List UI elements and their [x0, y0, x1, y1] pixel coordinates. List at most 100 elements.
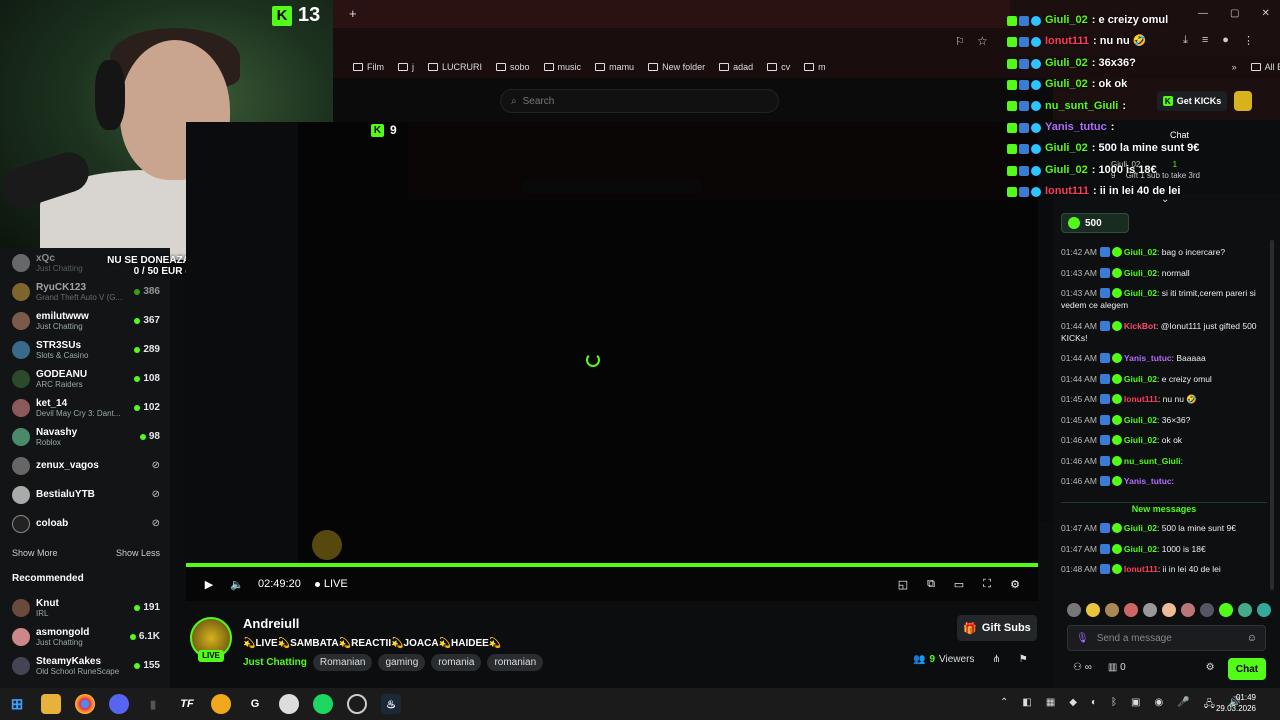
sidebar-channel-offline[interactable]: BestialuYTB ⊘: [0, 480, 170, 509]
bookmark-folder[interactable]: LUCRURI: [428, 62, 482, 72]
app-icon[interactable]: ▮: [143, 694, 163, 714]
microphone-icon[interactable]: 🎙: [1076, 633, 1089, 644]
sidebar-channel-offline[interactable]: zenux_vagos ⊘: [0, 451, 170, 480]
obs-icon[interactable]: [347, 694, 367, 714]
discord-icon[interactable]: [109, 694, 129, 714]
chat-scrollbar[interactable]: [1270, 240, 1274, 590]
chat-username[interactable]: Giuli_02: [1124, 415, 1157, 425]
chat-username[interactable]: Giuli_02: [1124, 435, 1157, 445]
file-explorer-icon[interactable]: [41, 694, 61, 714]
show-less-link[interactable]: Show Less: [116, 548, 160, 558]
g-app-icon[interactable]: G: [245, 694, 265, 714]
emote-icon[interactable]: [1162, 603, 1176, 617]
bookmark-folder[interactable]: cv: [767, 62, 790, 72]
bookmark-folder[interactable]: New folder: [648, 62, 705, 72]
sidebar-channel[interactable]: Navashy Roblox 98: [0, 422, 170, 451]
app-icon[interactable]: [279, 694, 299, 714]
tag-pill[interactable]: Romanian: [312, 654, 373, 671]
share-icon[interactable]: ⋔: [992, 654, 1000, 665]
emote-icon[interactable]: [1181, 603, 1195, 617]
bookmark-folder[interactable]: music: [543, 62, 581, 72]
miniplayer-icon[interactable]: ◱: [896, 577, 910, 591]
new-tab-button[interactable]: +: [349, 6, 357, 21]
play-button[interactable]: ▶: [202, 577, 216, 591]
bookmark-folder[interactable]: j: [398, 62, 414, 72]
chrome-icon[interactable]: [75, 694, 95, 714]
emote-icon[interactable]: [1067, 603, 1081, 617]
windows-start-icon[interactable]: ⊞: [7, 694, 27, 714]
tray-app-icon[interactable]: ◐: [1091, 697, 1097, 714]
chat-username[interactable]: Giuli_02: [1124, 268, 1157, 278]
send-chat-button[interactable]: Chat: [1228, 658, 1266, 680]
system-clock[interactable]: 01:49 29.03.2026: [1216, 692, 1256, 714]
sidebar-channel[interactable]: GODEANU ARC Raiders 108: [0, 364, 170, 393]
emote-icon[interactable]: [1143, 603, 1157, 617]
points-icon[interactable]: ⚇ ∞: [1073, 662, 1092, 673]
sidebar-channel[interactable]: STR3SUs Slots & Casino 289: [0, 335, 170, 364]
bookmark-folder[interactable]: m: [804, 62, 826, 72]
report-icon[interactable]: ⚑: [1019, 654, 1028, 665]
tray-app-icon[interactable]: ◉: [1155, 697, 1164, 714]
chat-username[interactable]: Giuli_02: [1124, 544, 1157, 554]
steam-icon[interactable]: ♨: [381, 694, 401, 714]
sidebar-channel[interactable]: ket_14 Devil May Cry 3: Dant... 102: [0, 393, 170, 422]
chat-username[interactable]: Yanis_tutuc: [1124, 353, 1172, 363]
search-input[interactable]: ⌕ Search: [500, 89, 779, 113]
translate-icon[interactable]: ⚐: [955, 35, 965, 48]
bookmark-folder[interactable]: adad: [719, 62, 753, 72]
recommended-channel[interactable]: SteamyKakes Old School RuneScape 155: [0, 651, 170, 680]
recommended-channel[interactable]: asmongold Just Chatting 6.1K: [0, 622, 170, 651]
sidebar-channel[interactable]: emilutwww Just Chatting 367: [0, 306, 170, 335]
emote-icon[interactable]: [1257, 603, 1271, 617]
fullscreen-icon[interactable]: ⛶: [980, 577, 994, 591]
chat-username[interactable]: Ionut111: [1124, 394, 1158, 404]
chat-username[interactable]: Giuli_02: [1124, 247, 1157, 257]
tray-app-icon[interactable]: ◆: [1069, 697, 1077, 714]
tag-pill[interactable]: gaming: [378, 654, 426, 671]
tf-icon[interactable]: TF: [177, 694, 197, 714]
category-link[interactable]: Just Chatting: [243, 657, 307, 668]
channel-name[interactable]: Andreiull: [243, 616, 299, 631]
emote-icon[interactable]: [1105, 603, 1119, 617]
tray-app-icon[interactable]: ▦: [1046, 697, 1055, 714]
chat-username[interactable]: Ionut111: [1124, 564, 1158, 574]
volume-icon[interactable]: 🔈: [230, 577, 244, 591]
recommended-channel[interactable]: Knut IRL 191: [0, 593, 170, 622]
show-more-link[interactable]: Show More: [12, 548, 58, 558]
emote-icon[interactable]: [1200, 603, 1214, 617]
sidebar-channel[interactable]: RyuCK123 Grand Theft Auto V (G... 386: [0, 277, 170, 306]
chat-username[interactable]: KickBot: [1124, 321, 1156, 331]
microphone-icon[interactable]: 🎤: [1177, 697, 1189, 714]
chat-message-input[interactable]: 🎙 Send a message ☺: [1067, 625, 1266, 651]
bookmark-folder[interactable]: Film: [353, 62, 384, 72]
bookmark-folder[interactable]: mamu: [595, 62, 634, 72]
settings-gear-icon[interactable]: ⚙: [1008, 577, 1022, 591]
chat-username[interactable]: Giuli_02: [1124, 523, 1157, 533]
chat-settings-icon[interactable]: ⚙: [1206, 662, 1215, 673]
tray-expand-icon[interactable]: ⌃: [1000, 697, 1008, 714]
theater-mode-icon[interactable]: ▭: [952, 577, 966, 591]
chat-username[interactable]: nu_sunt_Giuli: [1124, 456, 1181, 466]
tray-app-icon[interactable]: ◧: [1022, 697, 1031, 714]
network-icon[interactable]: 🖧: [1204, 697, 1215, 714]
emoji-icon[interactable]: ☺: [1247, 633, 1257, 644]
emote-icon[interactable]: [1219, 603, 1233, 617]
bluetooth-icon[interactable]: ᛒ: [1111, 697, 1117, 714]
emote-icon[interactable]: [1124, 603, 1138, 617]
star-bookmark-icon[interactable]: ☆: [977, 34, 988, 48]
tag-pill[interactable]: romania: [431, 654, 482, 671]
chat-username[interactable]: Giuli_02: [1124, 288, 1157, 298]
bookmark-folder[interactable]: sobo: [496, 62, 530, 72]
clip-icon[interactable]: ⧉: [924, 577, 938, 591]
emote-icon[interactable]: [1238, 603, 1252, 617]
chat-username[interactable]: Yanis_tutuc: [1124, 476, 1172, 486]
chat-username[interactable]: Giuli_02: [1124, 374, 1157, 384]
tag-pill[interactable]: romanian: [487, 654, 544, 671]
tray-app-icon[interactable]: ▣: [1131, 697, 1140, 714]
coin-app-icon[interactable]: [211, 694, 231, 714]
overlay-chat-row: Giuli_02: ok ok: [1007, 74, 1280, 95]
sidebar-channel-offline[interactable]: coloab ⊘: [0, 509, 170, 538]
emote-icon[interactable]: [1086, 603, 1100, 617]
gift-subs-button[interactable]: 🎁 Gift Subs: [957, 615, 1037, 641]
spotify-icon[interactable]: [313, 694, 333, 714]
